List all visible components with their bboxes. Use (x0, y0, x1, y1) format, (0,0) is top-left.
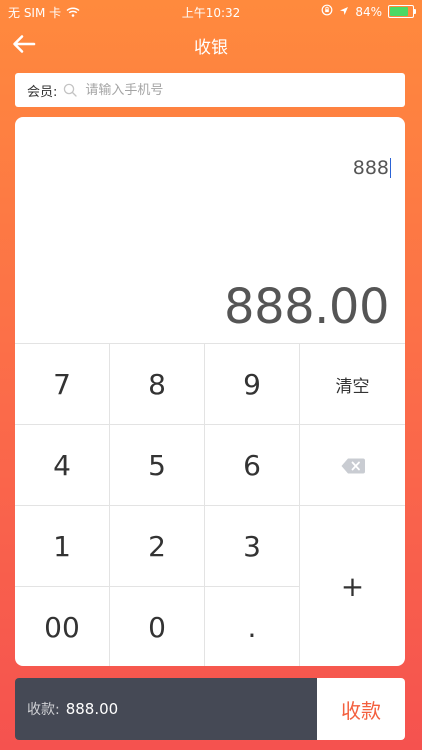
expression-display: 888 (353, 157, 391, 179)
amount-label: 收款: (27, 702, 60, 718)
search-icon (63, 83, 78, 97)
key-7[interactable]: 7 (15, 344, 110, 425)
key-8[interactable]: 8 (110, 344, 205, 425)
backspace-icon (340, 449, 366, 482)
status-right: 84% (321, 4, 416, 19)
phone-input[interactable] (85, 82, 405, 98)
member-search-bar: 会员: (15, 73, 405, 107)
orientation-lock-icon (321, 4, 333, 19)
key-9[interactable]: 9 (205, 344, 300, 425)
pay-button[interactable]: 收款 (317, 678, 405, 740)
status-bar: 无 SIM 卡 上午10:32 84% (0, 0, 422, 22)
clear-button[interactable]: 清空 (300, 344, 405, 425)
key-00[interactable]: 00 (15, 587, 110, 666)
result-display: 888.00 (224, 279, 389, 335)
member-label: 会员: (27, 84, 58, 100)
text-caret (390, 158, 391, 178)
key-1[interactable]: 1 (15, 506, 110, 587)
battery-fill (390, 7, 409, 16)
battery-icon (388, 5, 416, 18)
amount-value: 888.00 (65, 700, 119, 718)
key-3[interactable]: 3 (205, 506, 300, 587)
calculator-panel: 888 888.00 7 8 9 清空 4 5 6 1 2 3 + 00 0 . (15, 117, 405, 666)
nav-bar: 收银 (0, 22, 422, 66)
key-5[interactable]: 5 (110, 425, 205, 506)
battery-percent: 84% (355, 4, 382, 19)
page-title: 收银 (194, 38, 228, 58)
plus-button[interactable]: + (300, 506, 405, 666)
expression-text: 888 (352, 157, 389, 179)
key-2[interactable]: 2 (110, 506, 205, 587)
key-4[interactable]: 4 (15, 425, 110, 506)
key-decimal[interactable]: . (205, 587, 300, 666)
key-6[interactable]: 6 (205, 425, 300, 506)
keypad: 7 8 9 清空 4 5 6 1 2 3 + 00 0 . (15, 343, 405, 666)
amount-area: 收款: 888.00 (15, 678, 317, 740)
checkout-bar: 收款: 888.00 收款 (15, 678, 405, 740)
backspace-button[interactable] (300, 425, 405, 506)
key-0[interactable]: 0 (110, 587, 205, 666)
location-icon (339, 5, 349, 19)
